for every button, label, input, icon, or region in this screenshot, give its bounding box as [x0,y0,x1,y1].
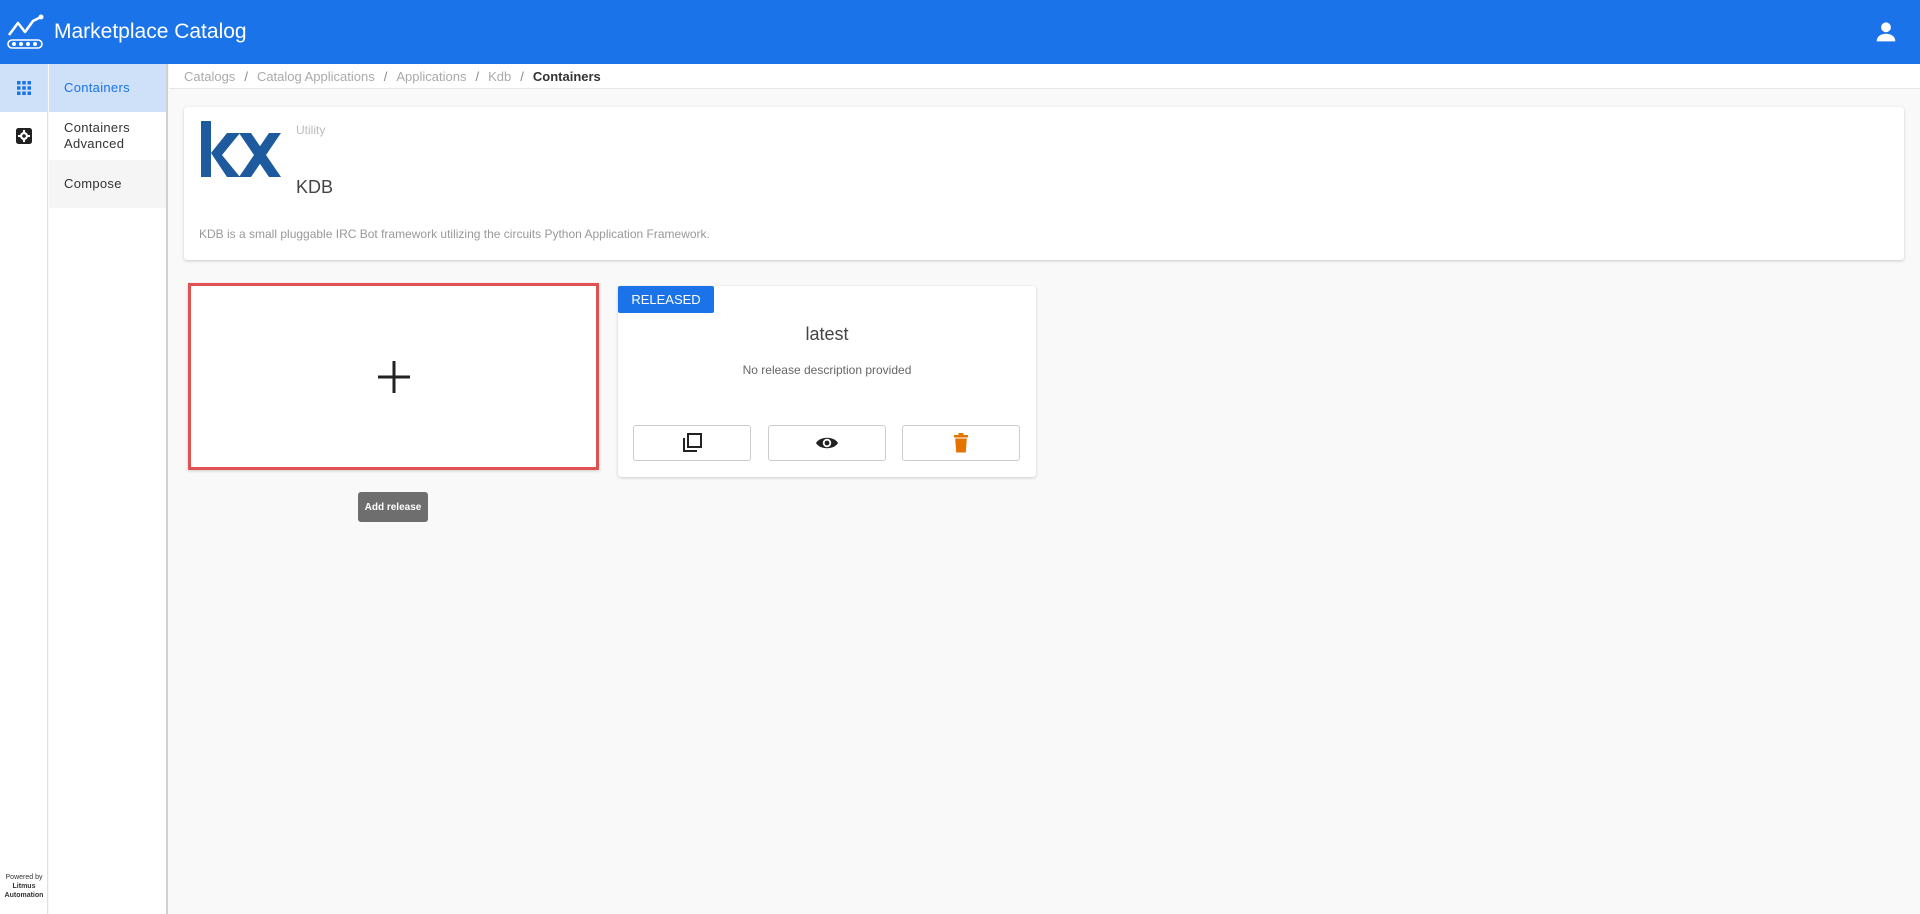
app-info-card: Utility KDB KDB is a small pluggable IRC… [184,107,1904,260]
subnav-item-compose[interactable]: Compose [49,160,166,208]
subnav-item-containers[interactable]: Containers [49,64,166,112]
eye-icon [816,437,838,449]
breadcrumb-applications[interactable]: Applications [396,69,466,84]
plus-icon [377,360,410,393]
breadcrumb-kdb[interactable]: Kdb [488,69,511,84]
powered-by: Powered by Litmus Automation [0,873,48,900]
kx-logo-icon [201,121,281,177]
breadcrumb-catalog-applications[interactable]: Catalog Applications [257,69,375,84]
user-account-icon[interactable] [1872,18,1900,46]
app-description: KDB is a small pluggable IRC Bot framewo… [199,227,710,241]
release-name: latest [805,324,849,344]
breadcrumb-separator: / [383,68,388,84]
breadcrumb-separator: / [244,68,248,84]
app-name: KDB [296,177,334,197]
icon-rail: Powered by Litmus Automation [0,64,48,914]
app-logo-icon [7,14,44,49]
apps-grid-icon [16,81,31,95]
subnav-item-containers-advanced[interactable]: Containers Advanced [49,112,166,160]
app-category: Utility [296,123,326,137]
breadcrumb-catalogs[interactable]: Catalogs [184,69,235,84]
trash-icon [954,433,968,453]
settings-box-icon [15,128,32,144]
copy-release-button[interactable] [633,425,751,461]
sub-navigation: Containers Containers Advanced Compose [49,64,168,914]
view-release-button[interactable] [768,425,886,461]
breadcrumb-current: Containers [532,68,601,84]
rail-item-settings[interactable] [0,112,47,160]
copy-icon [683,433,702,452]
release-description: No release description provided [742,363,912,377]
status-badge: RELEASED [618,286,714,313]
add-release-tooltip: Add release [358,492,428,522]
powered-by-brand-sub: Automation [4,892,44,899]
top-bar: Marketplace Catalog [0,0,1920,64]
breadcrumb-separator: / [520,68,524,84]
breadcrumb-separator: / [475,68,480,84]
powered-by-label: Powered by [5,874,43,881]
rail-item-apps[interactable] [0,64,47,112]
powered-by-brand: Litmus [12,883,36,890]
app-title: Marketplace Catalog [54,20,247,43]
add-release-card[interactable] [188,283,599,470]
breadcrumb: Catalogs / Catalog Applications / Applic… [169,64,1920,89]
delete-release-button[interactable] [902,425,1020,461]
release-card: RELEASED latest No release description p… [618,286,1036,477]
